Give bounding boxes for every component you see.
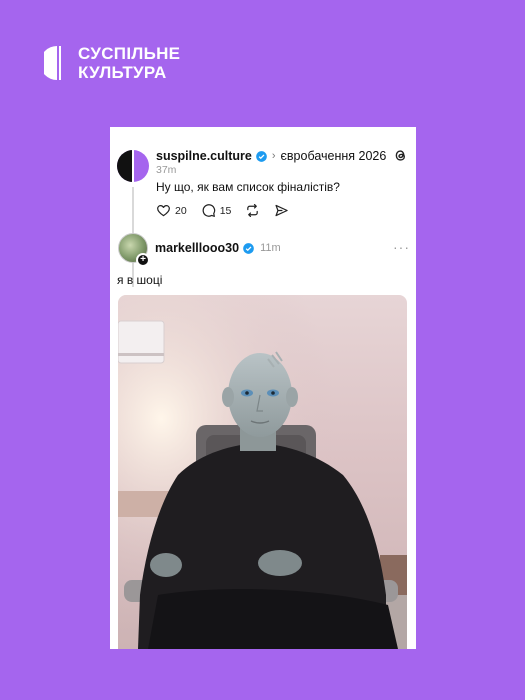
verified-badge-icon: [256, 150, 267, 162]
comment-count: 15: [219, 204, 232, 217]
post-photo[interactable]: [118, 295, 407, 649]
brand-line-2: КУЛЬТУРА: [78, 63, 167, 82]
repost-icon: [247, 203, 259, 218]
send-icon: [275, 204, 289, 217]
brand: СУСПІЛЬНЕ КУЛЬТУРА: [40, 44, 180, 82]
reply-post-header: markelllooo30 11m: [155, 241, 281, 255]
topic-tag[interactable]: євробачення 2026: [281, 149, 387, 163]
reply-post-text: я в шоці: [117, 273, 163, 287]
parent-username[interactable]: suspilne.culture: [156, 149, 252, 163]
parent-post-text: Ну що, як вам список фіналістів?: [156, 180, 340, 194]
like-count: 20: [175, 204, 187, 217]
comment-button[interactable]: 15: [201, 203, 232, 218]
reply-timestamp: 11m: [260, 242, 281, 254]
comment-icon: [202, 204, 215, 217]
suspilne-avatar[interactable]: [116, 149, 150, 183]
brand-name: СУСПІЛЬНЕ КУЛЬТУРА: [78, 44, 180, 82]
post-actions: 20 15: [156, 203, 289, 218]
threads-logo-icon[interactable]: [393, 148, 408, 163]
repost-button[interactable]: [245, 203, 260, 218]
suspilne-logo-icon: [40, 44, 70, 82]
more-options-icon[interactable]: ···: [393, 239, 410, 255]
follow-plus-icon[interactable]: +: [136, 253, 150, 267]
parent-post-header: suspilne.culture › євробачення 2026: [156, 149, 386, 163]
parent-timestamp: 37m: [156, 164, 177, 176]
like-button[interactable]: 20: [156, 203, 187, 218]
heart-icon: [157, 205, 170, 217]
share-button[interactable]: [274, 203, 289, 218]
brand-line-1: СУСПІЛЬНЕ: [78, 44, 181, 63]
verified-badge-icon: [243, 242, 254, 254]
threads-post-card: suspilne.culture › євробачення 2026 37m …: [110, 127, 416, 649]
chevron-right-icon: ›: [271, 150, 276, 162]
reply-username[interactable]: markelllooo30: [155, 241, 239, 255]
